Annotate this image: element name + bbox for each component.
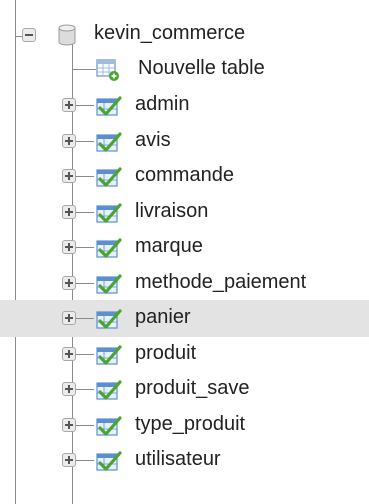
table-icon bbox=[96, 237, 122, 264]
table-name[interactable]: livraison bbox=[135, 200, 208, 222]
table-name[interactable]: admin bbox=[135, 93, 189, 115]
new-table-icon bbox=[96, 58, 120, 87]
table-name[interactable]: produit_save bbox=[135, 377, 250, 399]
database-row[interactable]: kevin_commerce bbox=[0, 16, 369, 53]
table-icon bbox=[96, 273, 122, 300]
expand-icon[interactable] bbox=[62, 346, 76, 361]
table-name[interactable]: produit bbox=[135, 342, 196, 364]
expand-icon[interactable] bbox=[62, 417, 76, 432]
table-row-admin[interactable]: admin bbox=[0, 87, 369, 124]
table-row-produit[interactable]: produit bbox=[0, 336, 369, 373]
expand-icon[interactable] bbox=[62, 169, 76, 183]
table-icon bbox=[96, 308, 122, 335]
new-table-row[interactable]: Nouvelle table bbox=[0, 51, 369, 88]
table-name[interactable]: commande bbox=[135, 164, 234, 186]
table-row-panier[interactable]: panier bbox=[0, 300, 369, 337]
table-icon bbox=[96, 166, 122, 193]
expand-icon[interactable] bbox=[62, 133, 76, 148]
table-icon bbox=[96, 450, 122, 477]
table-icon bbox=[96, 415, 122, 442]
table-row-type-produit[interactable]: type_produit bbox=[0, 407, 369, 444]
table-row-commande[interactable]: commande bbox=[0, 158, 369, 195]
expand-icon[interactable] bbox=[62, 311, 76, 325]
table-name[interactable]: panier bbox=[135, 306, 191, 328]
database-icon bbox=[56, 23, 78, 52]
expand-icon[interactable] bbox=[62, 240, 76, 254]
new-table-link[interactable]: Nouvelle table bbox=[138, 57, 265, 79]
expand-icon[interactable] bbox=[62, 382, 76, 396]
table-row-marque[interactable]: marque bbox=[0, 229, 369, 266]
table-icon bbox=[96, 202, 122, 229]
table-name[interactable]: avis bbox=[135, 129, 171, 151]
tree-connector bbox=[72, 69, 96, 70]
expand-icon[interactable] bbox=[62, 453, 76, 467]
table-name[interactable]: methode_paiement bbox=[135, 271, 306, 293]
table-row-avis[interactable]: avis bbox=[0, 123, 369, 160]
table-icon bbox=[96, 95, 122, 122]
table-name[interactable]: type_produit bbox=[135, 413, 245, 435]
expand-icon[interactable] bbox=[62, 275, 76, 290]
table-name[interactable]: marque bbox=[135, 235, 203, 257]
table-row-produit-save[interactable]: produit_save bbox=[0, 371, 369, 408]
collapse-icon[interactable] bbox=[22, 28, 36, 42]
table-row-methode-paiement[interactable]: methode_paiement bbox=[0, 265, 369, 302]
table-icon bbox=[96, 379, 122, 406]
table-icon bbox=[96, 131, 122, 158]
expand-icon[interactable] bbox=[62, 204, 76, 219]
table-icon bbox=[96, 344, 122, 371]
navigation-tree: kevin_commerce Nouvelle table admin avis c… bbox=[0, 0, 369, 504]
table-row-utilisateur[interactable]: utilisateur bbox=[0, 442, 369, 479]
table-row-livraison[interactable]: livraison bbox=[0, 194, 369, 231]
expand-icon[interactable] bbox=[62, 98, 76, 112]
table-name[interactable]: utilisateur bbox=[135, 448, 221, 470]
database-name[interactable]: kevin_commerce bbox=[94, 22, 245, 44]
